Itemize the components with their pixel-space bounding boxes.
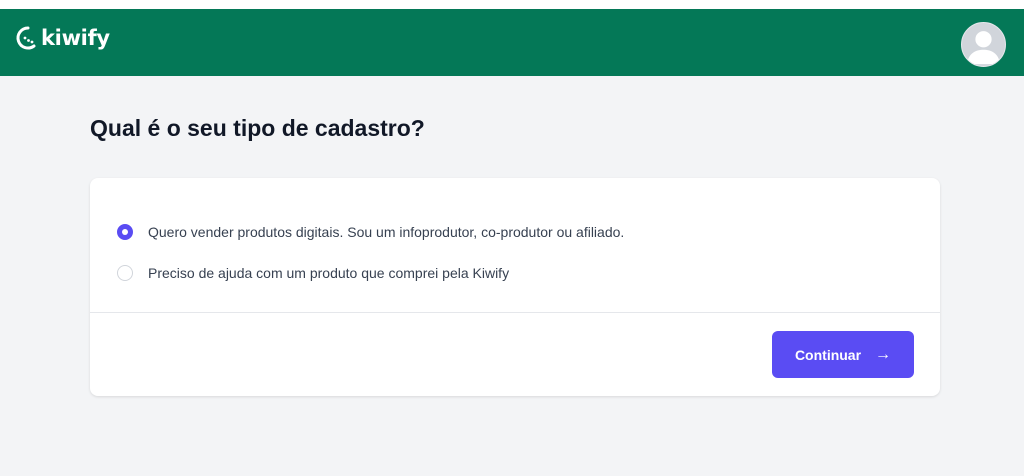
radio-sell-digital-products[interactable] — [117, 224, 133, 240]
radio-need-help-purchase[interactable] — [117, 265, 133, 281]
page-title: Qual é o seu tipo de cadastro? — [90, 115, 425, 141]
option-need-help-purchase[interactable]: Preciso de ajuda com um produto que comp… — [117, 263, 509, 283]
arrow-right-icon: → — [875, 345, 892, 363]
user-avatar[interactable] — [961, 22, 1006, 67]
kiwify-logo[interactable]: kiwify — [13, 25, 110, 51]
top-strip — [0, 0, 1024, 9]
registration-type-card: Quero vender produtos digitais. Sou um i… — [90, 178, 940, 396]
kiwify-logo-icon — [16, 26, 36, 50]
option-label: Preciso de ajuda com um produto que comp… — [148, 265, 510, 281]
option-label: Quero vender produtos digitais. Sou um i… — [148, 224, 625, 240]
brand-name: kiwify — [41, 26, 110, 50]
continue-label: Continuar — [794, 346, 862, 363]
card-divider — [90, 312, 940, 313]
user-avatar-icon — [966, 31, 1001, 65]
continue-button[interactable]: Continuar → — [772, 331, 914, 378]
top-navbar: kiwify — [0, 9, 1024, 76]
option-sell-digital-products[interactable]: Quero vender produtos digitais. Sou um i… — [117, 222, 624, 242]
